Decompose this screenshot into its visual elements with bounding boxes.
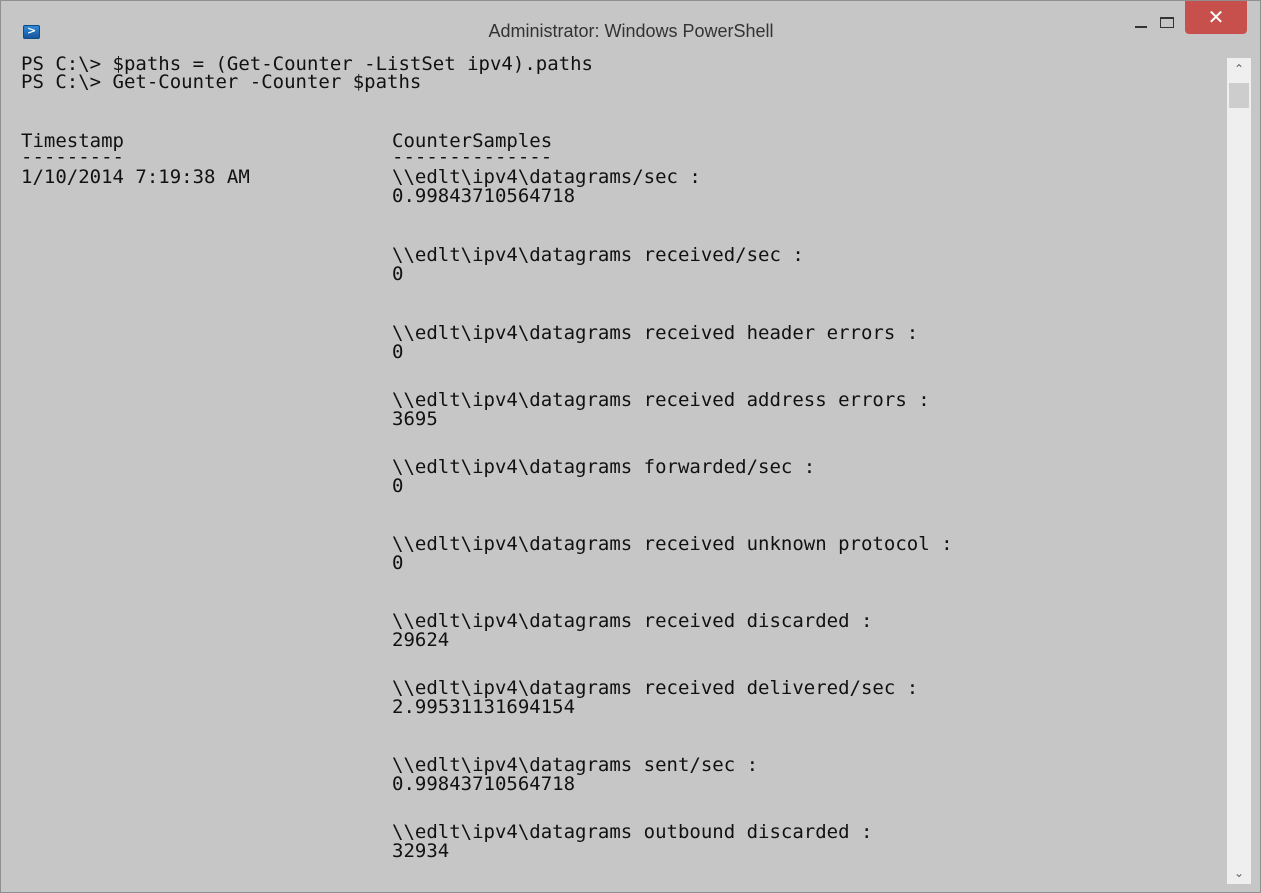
counter-value: 0 <box>392 341 404 363</box>
maximize-button[interactable] <box>1155 13 1179 35</box>
counter-value: 0 <box>392 552 404 574</box>
scroll-down-arrow-icon[interactable]: ⌄ <box>1227 862 1251 884</box>
timestamp-underline: --------- <box>21 146 124 168</box>
counter-path: \\edlt\ipv4\datagrams received unknown p… <box>392 533 953 555</box>
counter-value: 29624 <box>392 629 450 651</box>
counter-path: \\edlt\ipv4\datagrams forwarded/sec : <box>392 456 816 478</box>
vertical-scrollbar[interactable]: ⌃ ⌄ <box>1227 58 1251 884</box>
prompt-line-2: PS C:\> Get-Counter -Counter $paths <box>21 71 422 93</box>
counter-path: \\edlt\ipv4\datagrams received address e… <box>392 389 930 411</box>
scroll-up-arrow-icon[interactable]: ⌃ <box>1227 58 1251 80</box>
console-output[interactable]: PS C:\> $paths = (Get-Counter -ListSet i… <box>13 50 1225 886</box>
timestamp-value: 1/10/2014 7:19:38 AM <box>21 166 250 188</box>
powershell-icon[interactable]: > <box>23 24 40 39</box>
counter-value: 0.99843710564718 <box>392 773 576 795</box>
counter-value: 32934 <box>392 840 450 862</box>
counter-value: 0 <box>392 475 404 497</box>
counter-value: 0 <box>392 263 404 285</box>
counter-path: \\edlt\ipv4\datagrams received/sec : <box>392 244 804 266</box>
powershell-window: > Administrator: Windows PowerShell ✕ PS… <box>0 0 1261 893</box>
counter-value: 3695 <box>392 408 438 430</box>
window-title: Administrator: Windows PowerShell <box>488 21 774 41</box>
counter-value: 0.99843710564718 <box>392 185 576 207</box>
close-button[interactable]: ✕ <box>1185 1 1247 34</box>
title-bar[interactable]: > Administrator: Windows PowerShell ✕ <box>1 1 1260 50</box>
minimize-button[interactable] <box>1129 13 1153 35</box>
counter-path: \\edlt\ipv4\datagrams received header er… <box>392 322 919 344</box>
counter-path: \\edlt\ipv4\datagrams outbound discarded… <box>392 821 873 843</box>
scroll-thumb[interactable] <box>1229 83 1249 108</box>
counter-samples-underline: -------------- <box>392 146 553 168</box>
counter-path: \\edlt\ipv4\datagrams received discarded… <box>392 610 873 632</box>
counter-value: 2.99531131694154 <box>392 696 576 718</box>
